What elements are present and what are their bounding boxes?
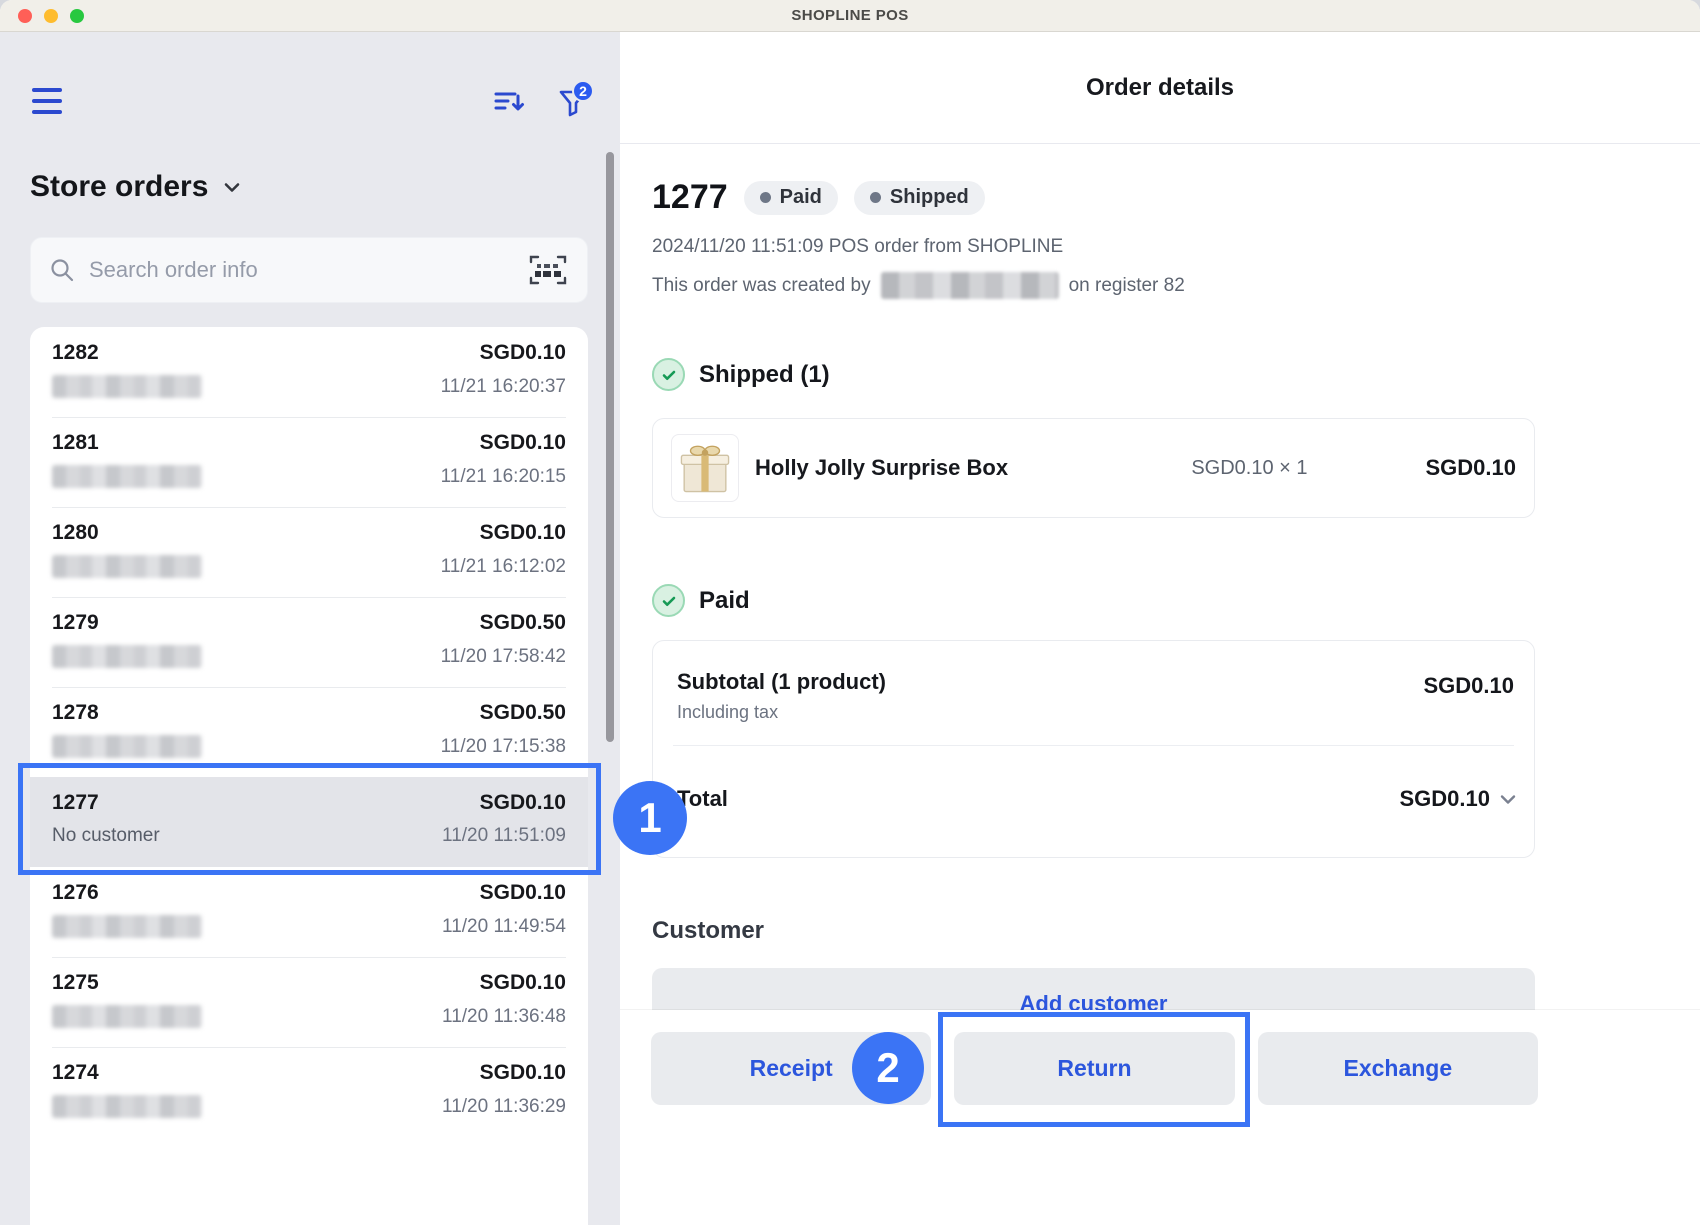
status-dot <box>869 192 881 203</box>
app-window: SHOPLINE POS 2 Store orders Search order… <box>0 0 1700 1225</box>
chevron-down-icon <box>225 183 240 192</box>
product-line-total: SGD0.10 <box>1425 455 1517 480</box>
bottom-action-bar: Receipt Return Exchange <box>620 1010 1700 1225</box>
subtotal-value: SGD0.10 <box>1423 673 1515 698</box>
redacted-staff-name <box>880 272 1059 299</box>
shipped-product-card: Holly Jolly Surprise Box SGD0.10 × 1 SGD… <box>652 418 1535 518</box>
order-created-line: 2024/11/20 11:51:09 POS order from SHOPL… <box>652 236 1064 257</box>
order-list-item[interactable]: 1275 SGD0.10 11/20 11:36:48 <box>30 957 588 1047</box>
orders-sidebar: 2 Store orders 1282SGD0.10 11/21 16:20:3 <box>0 32 620 1225</box>
product-name: Holly Jolly Surprise Box <box>755 455 1009 480</box>
order-list-item[interactable]: 1274 SGD0.10 11/20 11:36:29 <box>30 1047 588 1137</box>
payment-summary-card: Subtotal (1 product) Including tax SGD0.… <box>652 640 1535 858</box>
customer-section-heading: Customer <box>652 917 765 944</box>
hamburger-menu-icon[interactable] <box>32 88 62 114</box>
total-label: Total <box>677 786 728 811</box>
shipped-section-heading: Shipped (1) <box>652 358 830 391</box>
order-list-item[interactable]: 1281 SGD0.10 11/21 16:20:15 <box>30 417 588 507</box>
window-title: SHOPLINE POS <box>791 7 909 24</box>
redacted-customer <box>52 465 202 488</box>
order-list-item-selected[interactable]: 1277 SGD0.10 No customer 11/20 11:51:09 <box>30 777 588 867</box>
redacted-customer <box>52 1005 202 1028</box>
search-icon <box>51 259 74 282</box>
redacted-customer <box>52 915 202 938</box>
gift-box-icon <box>680 445 730 493</box>
zoom-window-button[interactable] <box>70 9 84 23</box>
customer-label: No customer <box>52 825 160 846</box>
chevron-down-icon <box>1500 795 1516 804</box>
store-orders-dropdown[interactable]: Store orders <box>30 170 244 204</box>
product-unit-qty: SGD0.10 × 1 <box>1191 456 1308 479</box>
scrollbar-thumb[interactable] <box>606 152 614 742</box>
order-search-box <box>30 237 588 303</box>
redacted-customer <box>52 555 202 578</box>
order-created-by-line: This order was created by on register 82 <box>652 272 1185 299</box>
header-divider <box>620 143 1700 144</box>
total-row: Total SGD0.10 <box>677 781 1520 817</box>
redacted-customer <box>52 645 202 668</box>
close-window-button[interactable] <box>18 9 32 23</box>
order-number: 1277 <box>652 178 728 216</box>
search-input[interactable] <box>89 257 527 283</box>
order-heading: 1277 Paid Shipped <box>652 178 985 217</box>
order-list-item[interactable]: 1276 SGD0.10 11/20 11:49:54 <box>30 867 588 957</box>
filter-count-badge: 2 <box>572 80 594 102</box>
titlebar: SHOPLINE POS <box>0 0 1700 32</box>
order-list-item[interactable]: 1278 SGD0.50 11/20 17:15:38 <box>30 687 588 777</box>
order-details-panel: Order details 1277 Paid Shipped 2024/11/… <box>620 32 1700 1225</box>
check-circle-icon <box>652 584 685 617</box>
subtotal-note: Including tax <box>677 702 779 722</box>
sidebar-title: Store orders <box>30 170 209 203</box>
order-list-item[interactable]: 1282 SGD0.10 11/21 16:20:37 <box>30 327 588 417</box>
card-divider <box>673 745 1514 746</box>
status-badge-paid: Paid <box>743 180 838 215</box>
details-header: Order details <box>620 32 1700 143</box>
check-circle-icon <box>652 358 685 391</box>
sort-icon[interactable] <box>492 86 526 121</box>
exchange-button[interactable]: Exchange <box>1257 1032 1538 1105</box>
total-expander[interactable]: SGD0.10 <box>1400 786 1521 812</box>
minimize-window-button[interactable] <box>44 9 58 23</box>
total-value: SGD0.10 <box>1399 786 1491 811</box>
order-list-item[interactable]: 1279 SGD0.50 11/20 17:58:42 <box>30 597 588 687</box>
order-list-item[interactable]: 1280 SGD0.10 11/21 16:12:02 <box>30 507 588 597</box>
paid-section-heading: Paid <box>652 584 750 617</box>
redacted-customer <box>52 1095 202 1118</box>
return-button[interactable]: Return <box>954 1032 1235 1105</box>
order-list: 1282 SGD0.10 11/21 16:20:37 1281 SGD0.10 1… <box>30 327 588 1225</box>
status-dot <box>759 192 771 203</box>
barcode-scan-icon[interactable] <box>527 252 569 288</box>
subtotal-row: Subtotal (1 product) Including tax SGD0.… <box>677 669 1514 723</box>
redacted-customer <box>52 735 202 758</box>
redacted-customer <box>52 375 202 398</box>
subtotal-label: Subtotal (1 product) <box>677 669 886 694</box>
product-image <box>671 434 739 502</box>
status-badge-shipped: Shipped <box>853 180 985 215</box>
receipt-button[interactable]: Receipt <box>651 1032 932 1105</box>
page-title: Order details <box>1085 73 1235 101</box>
